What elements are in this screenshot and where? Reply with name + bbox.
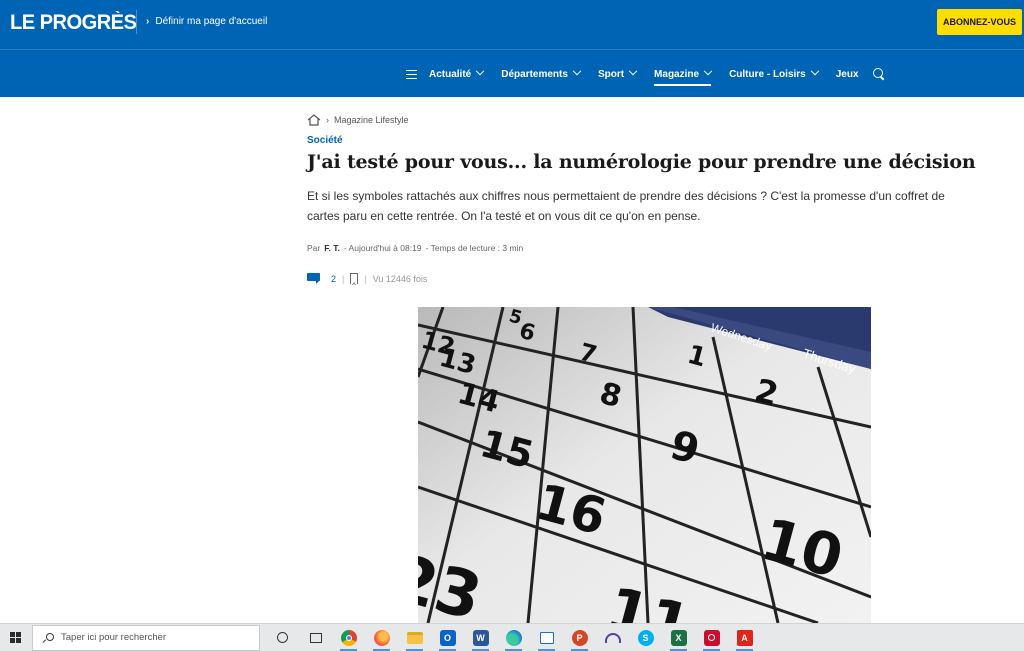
acrobat-icon[interactable]: A bbox=[728, 624, 761, 651]
nav-item-sport[interactable]: Sport bbox=[597, 66, 638, 80]
breadcrumb-magazine-lifestyle[interactable]: Magazine Lifestyle bbox=[334, 115, 409, 125]
taskbar-search[interactable]: Taper ici pour rechercher bbox=[32, 624, 260, 651]
search-icon[interactable] bbox=[872, 68, 885, 80]
firefox-icon[interactable] bbox=[365, 624, 398, 651]
chevron-right-icon: › bbox=[326, 115, 329, 125]
chevron-down-icon bbox=[475, 66, 485, 76]
comments-count[interactable]: 2 bbox=[331, 274, 336, 284]
file-explorer-icon[interactable] bbox=[398, 624, 431, 651]
edge-icon[interactable] bbox=[497, 624, 530, 651]
action-separator: | bbox=[342, 273, 345, 284]
action-separator: | bbox=[364, 273, 367, 284]
comment-icon[interactable] bbox=[307, 273, 321, 284]
meta-by: Par bbox=[307, 243, 321, 253]
start-button[interactable] bbox=[0, 624, 30, 651]
nav-item-magazine[interactable]: Magazine bbox=[654, 66, 713, 86]
article-actions: 2 | | Vu 12446 fois bbox=[307, 273, 428, 285]
calendar-photo: Wednesday Thursday 5 6 7 1 2 12 13 8 14 … bbox=[418, 307, 871, 623]
article-title: J'ai testé pour vous... la numérologie p… bbox=[307, 151, 976, 173]
views-count: Vu 12446 fois bbox=[372, 273, 428, 284]
site-logo[interactable]: LE PROGRÈS bbox=[10, 11, 137, 35]
chevron-down-icon bbox=[628, 66, 638, 76]
search-icon bbox=[43, 632, 54, 643]
nav-label: Actualité bbox=[429, 68, 472, 80]
meta-date: - Aujourd'hui à 08:19 bbox=[343, 243, 422, 253]
screen-recorder-icon[interactable] bbox=[695, 624, 728, 651]
skype-icon[interactable]: S bbox=[629, 624, 662, 651]
windows-taskbar: Taper ici pour rechercher O W P S X A bbox=[0, 623, 1024, 651]
headset-icon[interactable] bbox=[596, 624, 629, 651]
meta-author[interactable]: F. T. bbox=[324, 243, 340, 253]
nav-label: Magazine bbox=[654, 68, 700, 80]
nav-item-departements[interactable]: Départements bbox=[501, 66, 582, 80]
outlook-icon[interactable]: O bbox=[431, 624, 464, 651]
nav-label: Départements bbox=[501, 68, 568, 80]
meta-reading-time: - Temps de lecture : 3 min bbox=[425, 243, 524, 253]
taskbar-search-placeholder: Taper ici pour rechercher bbox=[61, 632, 167, 643]
chevron-right-icon: › bbox=[146, 16, 150, 27]
menu-icon[interactable] bbox=[406, 69, 417, 79]
app-window-icon[interactable] bbox=[530, 624, 563, 651]
nav-item-jeux[interactable]: Jeux bbox=[836, 69, 859, 80]
bookmark-icon[interactable] bbox=[350, 273, 359, 285]
nav-label: Culture - Loisirs bbox=[729, 68, 806, 80]
nav-label: Sport bbox=[597, 68, 625, 80]
chevron-down-icon bbox=[572, 66, 582, 76]
powerpoint-icon[interactable]: P bbox=[563, 624, 596, 651]
subscribe-button[interactable]: ABONNEZ-VOUS bbox=[937, 9, 1022, 35]
nav-item-actualite[interactable]: Actualité bbox=[429, 66, 485, 80]
home-icon[interactable] bbox=[307, 114, 321, 126]
windows-logo-icon bbox=[9, 632, 21, 643]
task-view-icon[interactable] bbox=[299, 624, 332, 651]
chevron-down-icon bbox=[810, 66, 819, 76]
chevron-down-icon bbox=[703, 66, 713, 76]
article-lede: Et si les symboles rattachés aux chiffre… bbox=[307, 189, 945, 223]
article-image: Wednesday Thursday 5 6 7 1 2 12 13 8 14 … bbox=[418, 307, 871, 623]
header-divider bbox=[136, 10, 137, 34]
breadcrumb: › Magazine Lifestyle bbox=[307, 114, 409, 126]
set-homepage-link[interactable]: › Définir ma page d'accueil bbox=[146, 16, 267, 27]
excel-icon[interactable]: X bbox=[662, 624, 695, 651]
top-header: LE PROGRÈS › Définir ma page d'accueil A… bbox=[0, 0, 1024, 50]
set-homepage-label: Définir ma page d'accueil bbox=[155, 16, 268, 27]
word-icon[interactable]: W bbox=[464, 624, 497, 651]
nav-label: Jeux bbox=[835, 68, 859, 80]
main-nav: Actualité Départements Sport Magazine Cu… bbox=[0, 50, 1024, 97]
nav-item-culture-loisirs[interactable]: Culture - Loisirs bbox=[729, 66, 819, 80]
chrome-icon[interactable] bbox=[332, 624, 365, 651]
cortana-icon[interactable] bbox=[266, 624, 299, 651]
article-meta: Par F. T. - Aujourd'hui à 08:19 - Temps … bbox=[307, 243, 523, 253]
article-category[interactable]: Société bbox=[307, 135, 343, 146]
